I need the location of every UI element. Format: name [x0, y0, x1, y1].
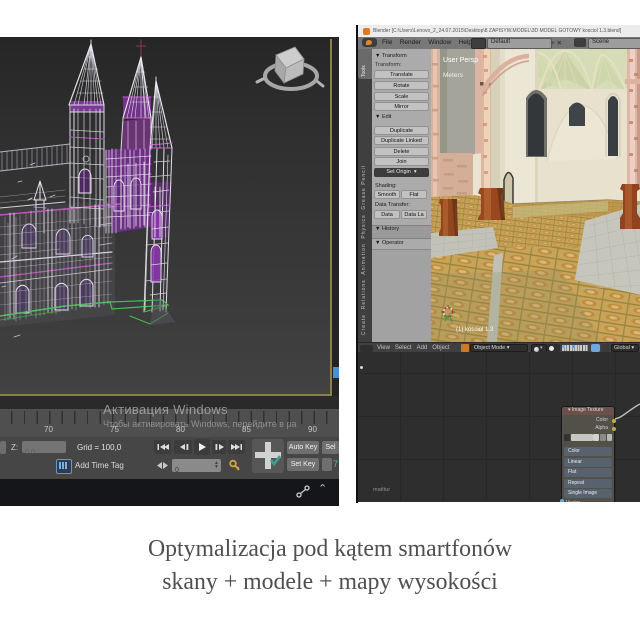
svg-text:User Persp: User Persp: [443, 57, 478, 64]
svg-text:(1) kosciol 1.3: (1) kosciol 1.3: [456, 327, 494, 333]
svg-text:Meters: Meters: [443, 72, 464, 79]
